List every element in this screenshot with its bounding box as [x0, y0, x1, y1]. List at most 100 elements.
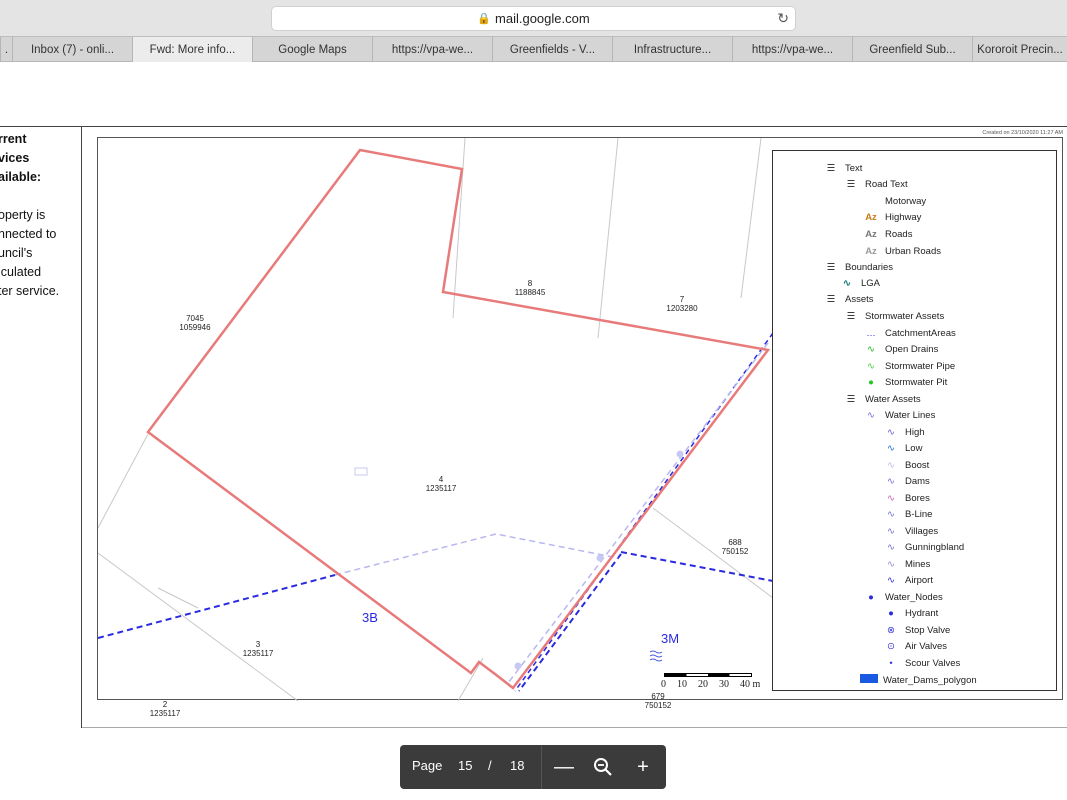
cadastral-line: [452, 138, 466, 319]
legend-item: ∿ B-Line: [881, 509, 932, 520]
legend-item: ∿ High: [881, 427, 925, 438]
dam-polygon-icon: [859, 674, 879, 686]
airport-icon: ∿: [887, 575, 895, 586]
pdf-toolbar: Page 15 / 18 — +: [400, 745, 666, 789]
tab[interactable]: Infrastructure...: [612, 37, 732, 62]
b-line-icon: ∿: [887, 509, 895, 520]
cadastral-line: [457, 657, 484, 701]
legend-item: … CatchmentAreas: [861, 328, 956, 339]
subject-parcel: [146, 148, 771, 690]
tab-strip: . Inbox (7) - onli... Fwd: More info... …: [0, 36, 1067, 62]
legend-item: ☰ Assets: [821, 294, 874, 305]
legend-item: ☰ Stormwater Assets: [841, 311, 944, 322]
browser-title-bar: 🔒 mail.google.com ↻: [0, 0, 1067, 36]
bores-icon: ∿: [887, 493, 895, 504]
pit-icon: ●: [868, 377, 874, 388]
page-divider: [82, 727, 1067, 728]
legend-item: Az Urban Roads: [861, 246, 941, 257]
reload-icon[interactable]: ↻: [777, 10, 789, 27]
legend-item: ∿ Gunningbland: [881, 542, 964, 553]
parcel-label: 8 1188845: [514, 279, 546, 297]
layers-icon: ☰: [826, 262, 836, 273]
zone-label: 3M: [661, 631, 680, 646]
tab[interactable]: Google Maps: [252, 37, 372, 62]
zoom-out-button[interactable]: —: [550, 753, 578, 781]
legend-item: ∿ Bores: [881, 493, 930, 504]
tab[interactable]: https://vpa-we...: [732, 37, 852, 62]
legend-item: ∿ Water Lines: [861, 410, 935, 421]
layers-icon: ☰: [846, 311, 856, 322]
catchment-icon: …: [866, 328, 876, 339]
water-node: [514, 662, 522, 670]
legend-item: ☰ Boundaries: [821, 262, 893, 273]
hydrant-icon: ●: [888, 608, 894, 619]
low-icon: ∿: [887, 443, 895, 454]
water-node-icon: ●: [868, 592, 874, 603]
water-line-boost: [507, 342, 769, 684]
services-heading: rrent vices ailable:: [0, 132, 42, 184]
lga-line-icon: ∿: [843, 278, 851, 289]
parcel-label: 2 1235117: [149, 700, 181, 718]
zone-label: 3B: [362, 610, 378, 625]
az-icon: Az: [865, 212, 877, 223]
table-rule: [82, 126, 1067, 127]
water-line-high: [518, 553, 622, 692]
legend-item: ∿ Dams: [881, 476, 930, 487]
total-pages: 18: [510, 758, 525, 773]
tab[interactable]: https://vpa-we...: [372, 37, 492, 62]
magnifier-icon: [594, 758, 612, 776]
legend-item: ⊙ Air Valves: [881, 641, 947, 652]
cadastral-line: [98, 552, 299, 701]
address-text: mail.google.com: [495, 11, 590, 26]
water-line-icon: ∿: [867, 410, 875, 421]
legend-item: ∿ Mines: [881, 559, 930, 570]
layers-icon: ☰: [846, 394, 856, 405]
cadastral-line: [597, 138, 619, 339]
parcel-label: 688 750152: [721, 538, 749, 556]
legend-item: Water_Dams_polygon: [859, 674, 977, 686]
tab[interactable]: Greenfields - V...: [492, 37, 612, 62]
services-cell: rrent vices ailable: operty is nnected t…: [0, 126, 82, 728]
legend-item: ∿ Boost: [881, 460, 929, 471]
legend-item: ● Stormwater Pit: [861, 377, 947, 388]
toolbar-divider: [541, 745, 542, 789]
legend-item: ☰ Water Assets: [841, 394, 921, 405]
page-separator: /: [488, 758, 492, 773]
address-bar[interactable]: 🔒 mail.google.com ↻: [271, 6, 796, 31]
legend-item: ☰ Road Text: [841, 179, 908, 190]
current-page[interactable]: 15: [458, 758, 472, 773]
air-valve-icon: ⊙: [887, 641, 895, 652]
legend-item: ☰ Text: [821, 163, 863, 174]
legend-item: Motorway: [885, 196, 927, 207]
open-drain-icon: ∿: [867, 344, 875, 355]
parcel-label: 4 1235117: [425, 475, 457, 493]
parcel-label: 7 1203280: [666, 295, 698, 313]
az-icon: Az: [865, 229, 877, 240]
tab-active[interactable]: Fwd: More info...: [132, 37, 252, 62]
zoom-in-button[interactable]: +: [629, 753, 657, 781]
legend-item: Az Highway: [861, 212, 921, 223]
legend-item: ● Hydrant: [881, 608, 938, 619]
map-marker: [354, 467, 368, 476]
cadastral-line: [98, 433, 149, 529]
pdf-page: rrent vices ailable: operty is nnected t…: [0, 62, 1067, 740]
scale-bar: 0 10 20 30 40 m: [661, 673, 764, 691]
legend-item: ∿ Villages: [881, 526, 938, 537]
zoom-button[interactable]: [589, 753, 617, 781]
tab[interactable]: Inbox (7) - onli...: [12, 37, 132, 62]
minus-icon: —: [554, 755, 574, 778]
layers-icon: ☰: [826, 163, 836, 174]
legend-item: Az Roads: [861, 229, 912, 240]
layers-icon: ☰: [826, 294, 836, 305]
gunningbland-icon: ∿: [887, 542, 895, 553]
dam-symbol: [649, 650, 663, 662]
legend-item: ∿ Airport: [881, 575, 933, 586]
tab[interactable]: Greenfield Sub...: [852, 37, 972, 62]
created-note: Created on 23/10/2020 11:27 AM: [982, 130, 1063, 136]
legend-item: • Scour Valves: [881, 658, 960, 669]
dams-icon: ∿: [887, 476, 895, 487]
cadastral-line: [652, 507, 774, 599]
tab[interactable]: Kororoit Precin...: [972, 37, 1067, 62]
az-icon: Az: [865, 246, 877, 257]
tab[interactable]: .: [0, 37, 12, 62]
